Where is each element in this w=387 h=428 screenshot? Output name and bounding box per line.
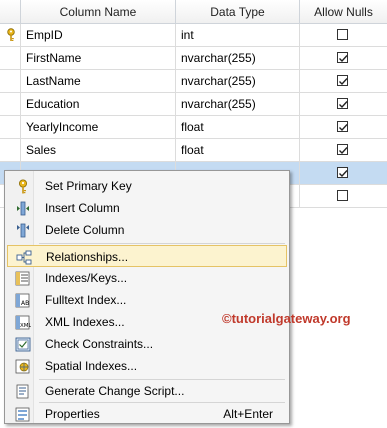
menu-item-label: Insert Column	[45, 201, 120, 215]
table-row[interactable]: EmpID int	[0, 24, 387, 47]
data-type-cell[interactable]: nvarchar(255)	[176, 93, 300, 115]
allow-nulls-checkbox[interactable]	[337, 144, 348, 155]
script-icon	[16, 384, 29, 399]
menu-item-indexes-keys[interactable]: Indexes/Keys...	[7, 267, 287, 289]
menu-item-label: Delete Column	[45, 223, 125, 237]
menu-item-label: Indexes/Keys...	[45, 271, 128, 285]
allow-nulls-cell	[300, 185, 387, 207]
menu-item-properties[interactable]: Properties Alt+Enter	[7, 403, 287, 425]
allow-nulls-cell	[300, 70, 387, 92]
allow-nulls-cell	[300, 139, 387, 161]
data-type-cell[interactable]: float	[176, 139, 300, 161]
menu-item-label: Generate Change Script...	[45, 384, 185, 398]
menu-item-label: Properties	[45, 407, 100, 421]
row-selector[interactable]	[0, 139, 21, 161]
column-name-cell[interactable]: FirstName	[21, 47, 176, 69]
row-selector-header	[0, 0, 21, 24]
allow-nulls-cell	[300, 93, 387, 115]
menu-item-shortcut: Alt+Enter	[223, 407, 273, 421]
table-row[interactable]: FirstName nvarchar(255)	[0, 47, 387, 70]
allow-nulls-checkbox[interactable]	[337, 98, 348, 109]
menu-item-insert-column[interactable]: Insert Column	[7, 197, 287, 219]
menu-separator	[39, 243, 285, 244]
row-selector[interactable]	[0, 24, 21, 46]
insert-column-icon	[17, 201, 29, 216]
table-row[interactable]: Education nvarchar(255)	[0, 93, 387, 116]
allow-nulls-checkbox[interactable]	[337, 167, 348, 178]
table-row[interactable]: YearlyIncome float	[0, 116, 387, 139]
menu-item-label: Relationships...	[46, 250, 129, 264]
xml-index-icon: XML	[15, 315, 31, 330]
row-selector[interactable]	[0, 47, 21, 69]
allow-nulls-checkbox[interactable]	[337, 29, 348, 40]
column-name-cell[interactable]: EmpID	[21, 24, 176, 46]
menu-item-label: Check Constraints...	[45, 337, 154, 351]
checkmark-icon	[339, 55, 348, 63]
watermark-text: ©tutorialgateway.org	[222, 311, 351, 326]
key-icon	[19, 179, 27, 194]
menu-item-generate-change-script[interactable]: Generate Change Script...	[7, 380, 287, 402]
allow-nulls-cell	[300, 24, 387, 46]
primary-key-icon	[7, 28, 15, 41]
column-name-cell[interactable]: Sales	[21, 139, 176, 161]
context-menu: Set Primary Key Insert Column Delete Col…	[4, 170, 290, 424]
table-row[interactable]: Sales float	[0, 139, 387, 162]
menu-item-relationships[interactable]: Relationships...	[7, 245, 287, 267]
allow-nulls-checkbox[interactable]	[337, 190, 348, 201]
menu-item-delete-column[interactable]: Delete Column	[7, 219, 287, 241]
checkmark-icon	[339, 147, 348, 155]
check-constraints-icon	[15, 337, 31, 352]
svg-text:AB: AB	[21, 300, 29, 307]
column-name-header[interactable]: Column Name	[21, 0, 176, 24]
menu-item-label: Set Primary Key	[45, 179, 132, 193]
properties-icon	[15, 407, 30, 422]
data-type-cell[interactable]: int	[176, 24, 300, 46]
spatial-index-icon	[15, 359, 30, 374]
fulltext-icon: AB	[15, 293, 30, 308]
indexes-icon	[15, 271, 30, 286]
allow-nulls-checkbox[interactable]	[337, 75, 348, 86]
allow-nulls-cell	[300, 162, 387, 184]
column-name-cell[interactable]: LastName	[21, 70, 176, 92]
menu-item-spatial-indexes[interactable]: Spatial Indexes...	[7, 355, 287, 377]
checkmark-icon	[339, 170, 348, 178]
row-selector[interactable]	[0, 93, 21, 115]
data-type-header[interactable]: Data Type	[176, 0, 300, 24]
checkmark-icon	[339, 78, 348, 86]
delete-column-icon	[17, 223, 29, 238]
checkmark-icon	[339, 101, 348, 109]
allow-nulls-header[interactable]: Allow Nulls	[300, 0, 387, 24]
data-type-cell[interactable]: nvarchar(255)	[176, 70, 300, 92]
menu-item-label: Fulltext Index...	[45, 293, 127, 307]
menu-item-label: XML Indexes...	[45, 315, 125, 329]
menu-item-fulltext-index[interactable]: AB Fulltext Index...	[7, 289, 287, 311]
row-selector[interactable]	[0, 70, 21, 92]
allow-nulls-checkbox[interactable]	[337, 52, 348, 63]
svg-text:XML: XML	[20, 323, 31, 329]
allow-nulls-checkbox[interactable]	[337, 121, 348, 132]
row-selector[interactable]	[0, 116, 21, 138]
allow-nulls-cell	[300, 116, 387, 138]
data-type-cell[interactable]: float	[176, 116, 300, 138]
menu-item-check-constraints[interactable]: Check Constraints...	[7, 333, 287, 355]
checkmark-icon	[339, 124, 348, 132]
allow-nulls-cell	[300, 47, 387, 69]
menu-item-set-primary-key[interactable]: Set Primary Key	[7, 175, 287, 197]
menu-item-label: Spatial Indexes...	[45, 359, 138, 373]
column-name-cell[interactable]: YearlyIncome	[21, 116, 176, 138]
data-type-cell[interactable]: nvarchar(255)	[176, 47, 300, 69]
relationships-icon	[16, 250, 32, 265]
column-name-cell[interactable]: Education	[21, 93, 176, 115]
table-row[interactable]: LastName nvarchar(255)	[0, 70, 387, 93]
